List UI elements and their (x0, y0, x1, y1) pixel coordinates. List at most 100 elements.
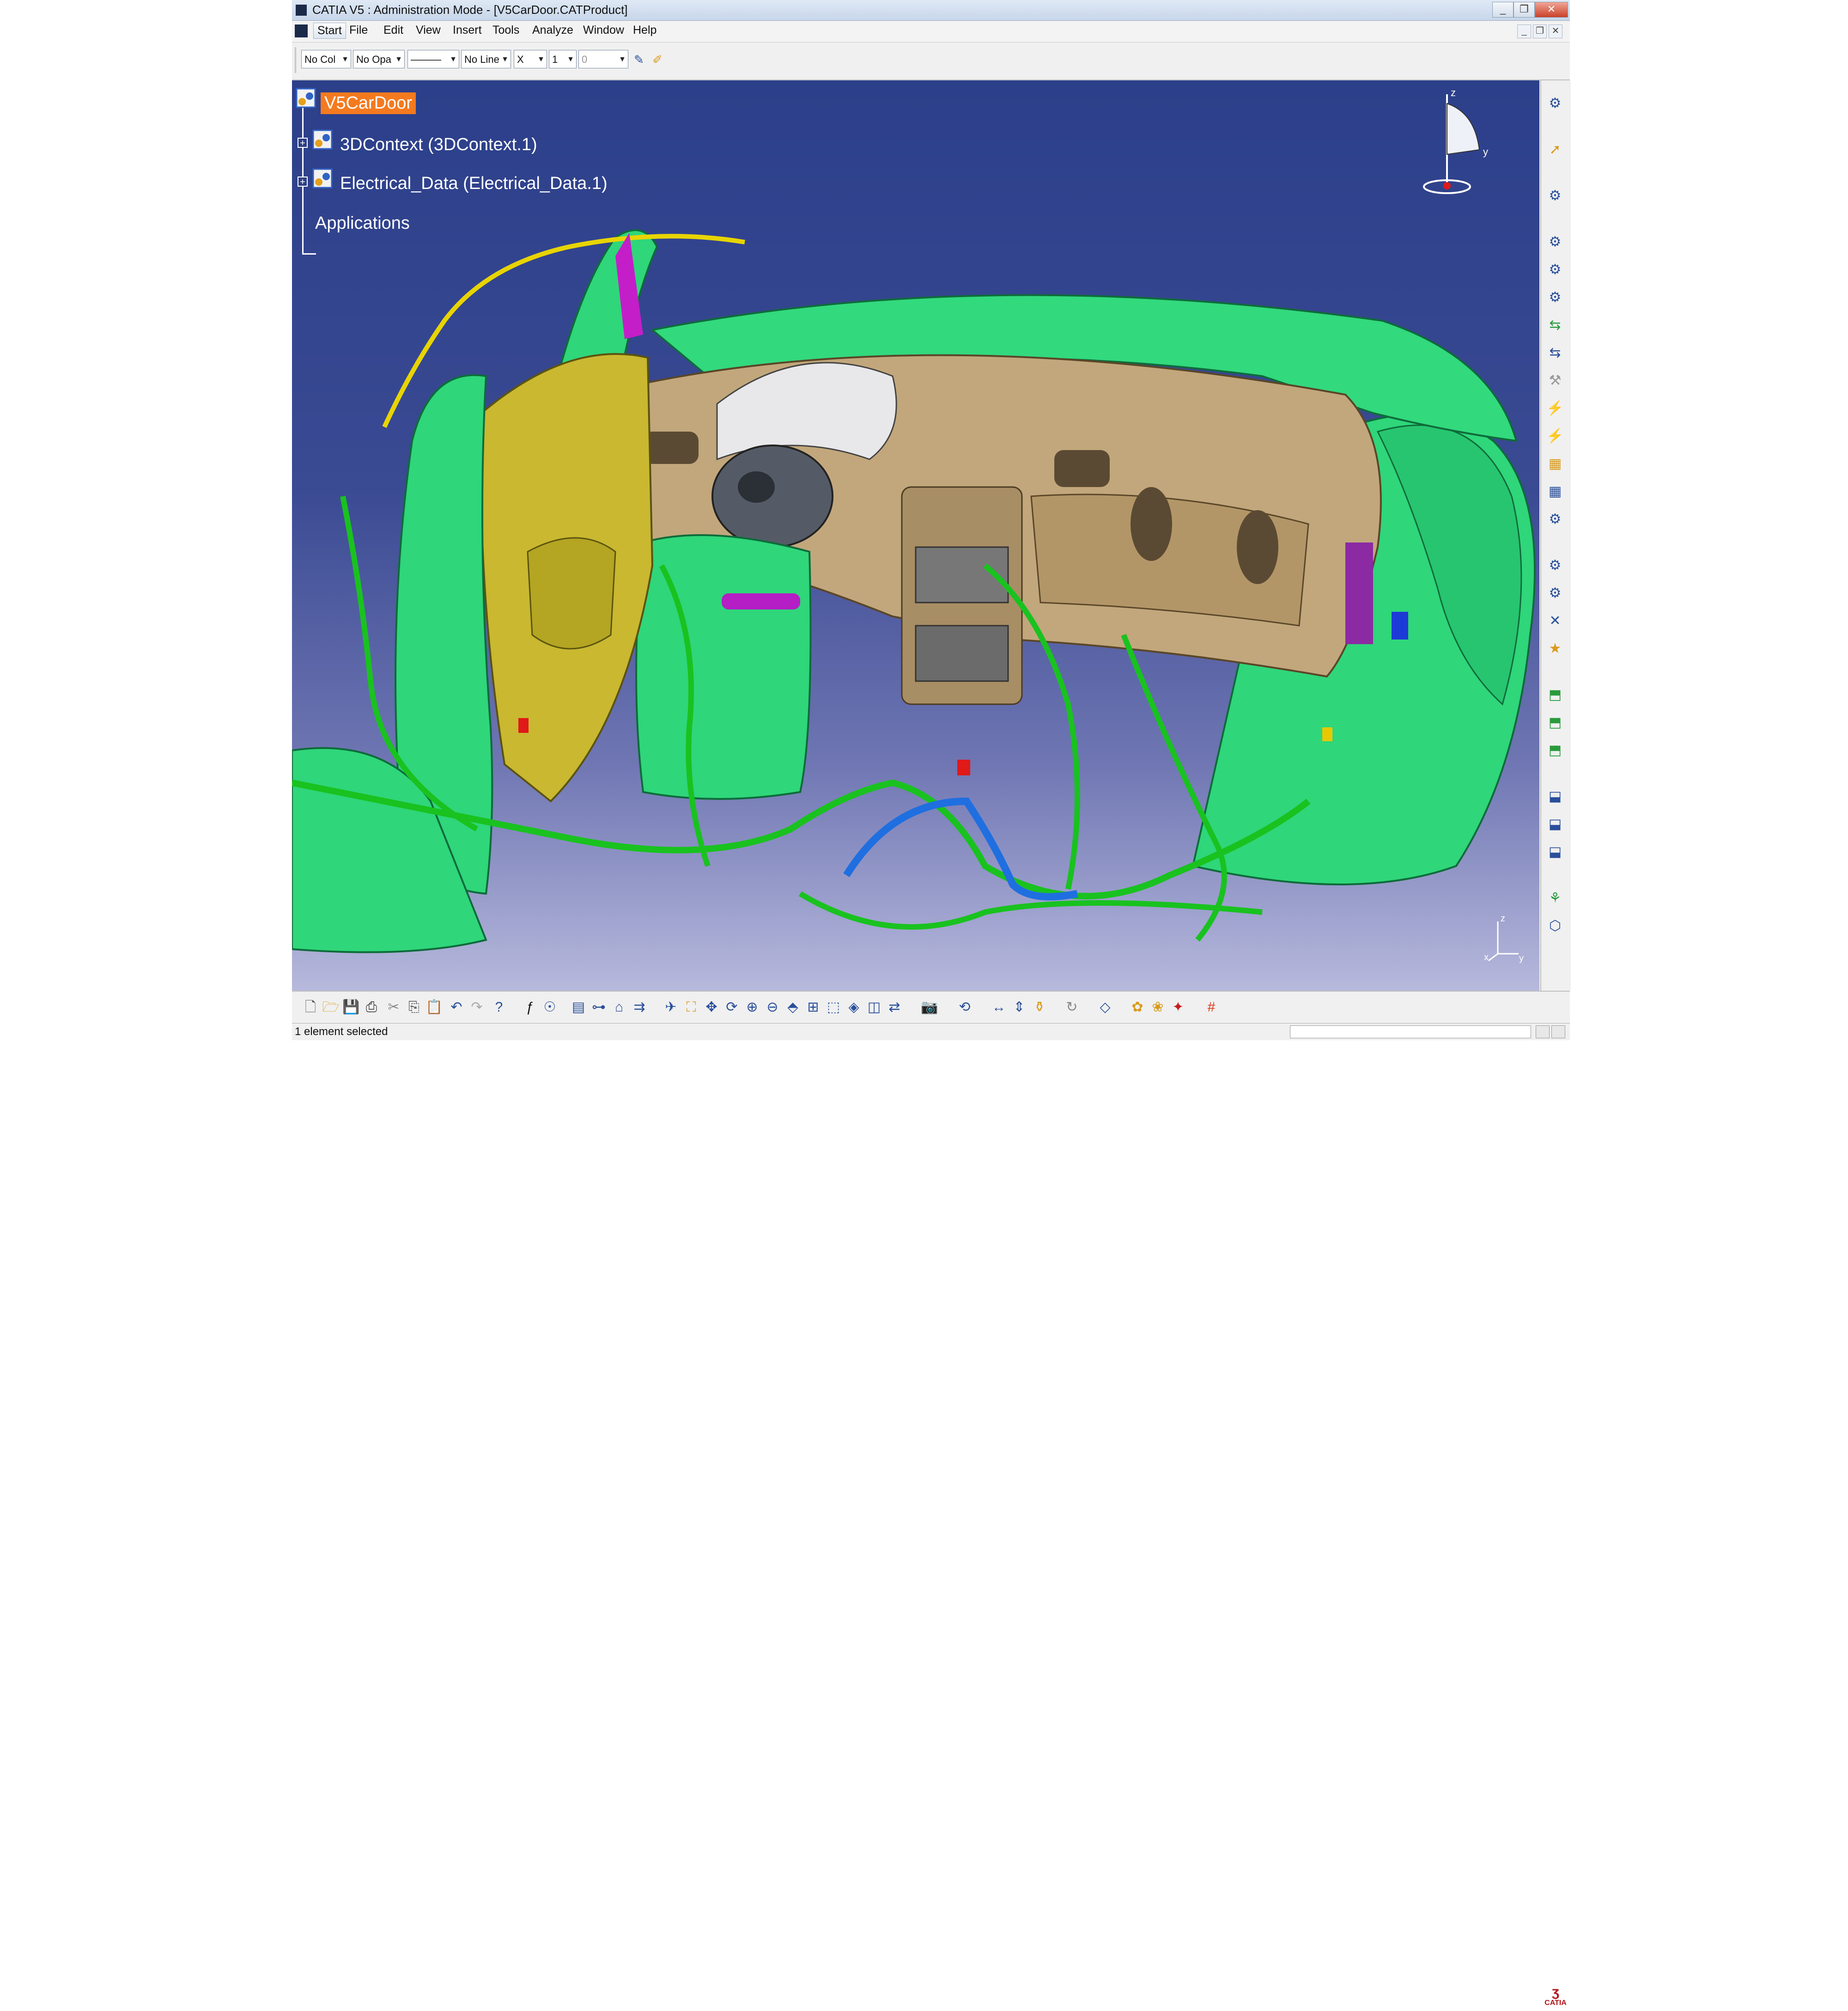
tree-node-applications[interactable]: Applications (315, 213, 410, 233)
zoom-in-icon[interactable]: ⊕ (743, 998, 761, 1017)
connector-icon[interactable]: ⚙ (1546, 233, 1564, 251)
measure-icon[interactable]: ✕ (1546, 612, 1564, 630)
shading-icon[interactable]: ◈ (845, 998, 863, 1017)
tree-root-node[interactable]: V5CarDoor (321, 92, 416, 114)
route-icon[interactable]: ▦ (1546, 455, 1564, 473)
tree-structure-icon[interactable]: ⊶ (590, 998, 608, 1017)
constraint-icon[interactable]: ★ (1546, 640, 1564, 658)
document-icon[interactable] (295, 24, 308, 37)
rotate-icon[interactable]: ⟳ (723, 998, 741, 1017)
sketch-icon[interactable]: ◇ (1096, 998, 1114, 1017)
update-icon[interactable]: ⟲ (955, 998, 974, 1017)
link-icon[interactable]: ⇆ (1546, 344, 1564, 362)
material-icon[interactable]: ✿ (1128, 998, 1147, 1017)
menu-edit[interactable]: Edit (383, 24, 403, 37)
toolbar-grip[interactable] (295, 47, 300, 73)
zoom-out-icon[interactable]: ⊖ (763, 998, 782, 1017)
bundle-icon[interactable]: ⚙ (1546, 187, 1564, 205)
menu-file[interactable]: File (349, 24, 368, 37)
refresh-icon[interactable]: ↻ (1063, 998, 1081, 1017)
copy-format-icon[interactable]: ✐ (650, 52, 665, 67)
3d-viewport[interactable]: V5CarDoor + 3DContext (3DContext.1) + El… (292, 80, 1539, 991)
expand-icon[interactable]: + (298, 138, 308, 148)
wire-icon[interactable]: ⚡ (1546, 399, 1564, 418)
value-combo[interactable]: 0 ▼ (578, 50, 628, 68)
minimize-button[interactable]: _ (1492, 2, 1514, 18)
apply-material-icon[interactable]: ❀ (1149, 998, 1167, 1017)
explode-icon[interactable]: ⇉ (630, 998, 649, 1017)
product-icon[interactable]: ⬒ (1546, 713, 1564, 732)
iso-view-icon[interactable]: ⬚ (824, 998, 843, 1017)
select-arrow-icon[interactable]: ➚ (1546, 140, 1564, 159)
print-icon[interactable]: ⎙ (362, 998, 381, 1017)
redo-icon[interactable]: ↷ (468, 998, 486, 1017)
linetype-combo[interactable]: ——— ▼ (407, 50, 459, 68)
camera-icon[interactable]: 📷 (920, 998, 939, 1017)
menu-view[interactable]: View (416, 24, 441, 37)
layer-combo[interactable]: 1 ▼ (549, 50, 577, 68)
fly-mode-icon[interactable]: ✈ (662, 998, 680, 1017)
catia-app-icon[interactable] (296, 5, 307, 16)
flex-icon[interactable]: ⚘ (1546, 889, 1564, 908)
link-icon[interactable]: ⇆ (1546, 316, 1564, 335)
hide-show-icon[interactable]: ◫ (865, 998, 883, 1017)
render-icon[interactable]: ✦ (1169, 998, 1187, 1017)
disabled-tool-icon[interactable]: ⚒ (1546, 372, 1564, 390)
grid-icon[interactable]: # (1202, 998, 1221, 1017)
component-icon[interactable]: ⬓ (1546, 843, 1564, 861)
menu-window[interactable]: Window (583, 24, 624, 37)
analyze-icon[interactable]: ⚙ (1546, 556, 1564, 575)
device-icon[interactable]: ⚙ (1546, 261, 1564, 279)
status-button[interactable] (1551, 1025, 1565, 1038)
doc-minimize-button[interactable]: _ (1517, 24, 1531, 38)
component-icon[interactable]: ⬓ (1546, 787, 1564, 806)
harness-icon[interactable]: ⚙ (1546, 94, 1564, 113)
status-button[interactable] (1536, 1025, 1550, 1038)
formula-icon[interactable]: ƒ (520, 998, 539, 1017)
menu-insert[interactable]: Insert (453, 24, 482, 37)
menu-start[interactable]: Start (313, 23, 346, 39)
product-icon[interactable]: ⬒ (1546, 741, 1564, 760)
cut-icon[interactable]: ✂ (384, 998, 403, 1017)
normal-view-icon[interactable]: ⬘ (784, 998, 802, 1017)
whats-this-icon[interactable]: ? (490, 998, 508, 1017)
component-icon[interactable]: ⬓ (1546, 815, 1564, 834)
device-icon[interactable]: ⚙ (1546, 288, 1564, 307)
multi-view-icon[interactable]: ⊞ (804, 998, 822, 1017)
save-icon[interactable]: 💾 (342, 998, 360, 1017)
car-interior-model[interactable] (292, 80, 1539, 991)
doc-restore-button[interactable]: ❐ (1533, 24, 1547, 38)
menu-tools[interactable]: Tools (492, 24, 519, 37)
paste-icon[interactable]: 📋 (425, 998, 444, 1017)
analyze-icon[interactable]: ⚙ (1546, 584, 1564, 603)
painter-icon[interactable]: ✎ (631, 52, 647, 67)
catalog-icon[interactable]: ⌂ (610, 998, 628, 1017)
fit-all-icon[interactable]: ⛶ (682, 998, 700, 1017)
tree-node-3dcontext[interactable]: 3DContext (3DContext.1) (340, 135, 537, 155)
command-input[interactable] (1290, 1025, 1531, 1038)
copy-icon[interactable]: ⎘ (405, 998, 423, 1017)
open-icon[interactable]: 🗁 (322, 998, 340, 1017)
menu-help[interactable]: Help (633, 24, 657, 37)
table-icon[interactable]: ▤ (569, 998, 588, 1017)
protection-icon[interactable]: ⚙ (1546, 510, 1564, 529)
new-icon[interactable]: 🗋 (301, 998, 320, 1017)
expand-icon[interactable]: + (298, 177, 308, 187)
doc-close-button[interactable]: ✕ (1549, 24, 1562, 38)
measure-between-icon[interactable]: ↔ (990, 998, 1008, 1017)
lineweight-combo[interactable]: No Line ▼ (461, 50, 511, 68)
swap-space-icon[interactable]: ⇄ (885, 998, 904, 1017)
route-icon[interactable]: ▦ (1546, 482, 1564, 501)
close-button[interactable]: ✕ (1535, 2, 1568, 18)
wire-icon[interactable]: ⚡ (1546, 427, 1564, 445)
tree-node-electrical-data[interactable]: Electrical_Data (Electrical_Data.1) (340, 174, 608, 194)
menu-analyze[interactable]: Analyze (532, 24, 573, 37)
restore-button[interactable]: ❐ (1514, 2, 1535, 18)
cube-icon[interactable]: ⬡ (1546, 917, 1564, 935)
knowledge-icon[interactable]: ☉ (541, 998, 559, 1017)
measure-item-icon[interactable]: ⇕ (1010, 998, 1028, 1017)
pan-icon[interactable]: ✥ (702, 998, 721, 1017)
undo-icon[interactable]: ↶ (447, 998, 466, 1017)
point-symbol-combo[interactable]: X ▼ (514, 50, 547, 68)
compass-icon[interactable]: z y (1419, 85, 1493, 201)
